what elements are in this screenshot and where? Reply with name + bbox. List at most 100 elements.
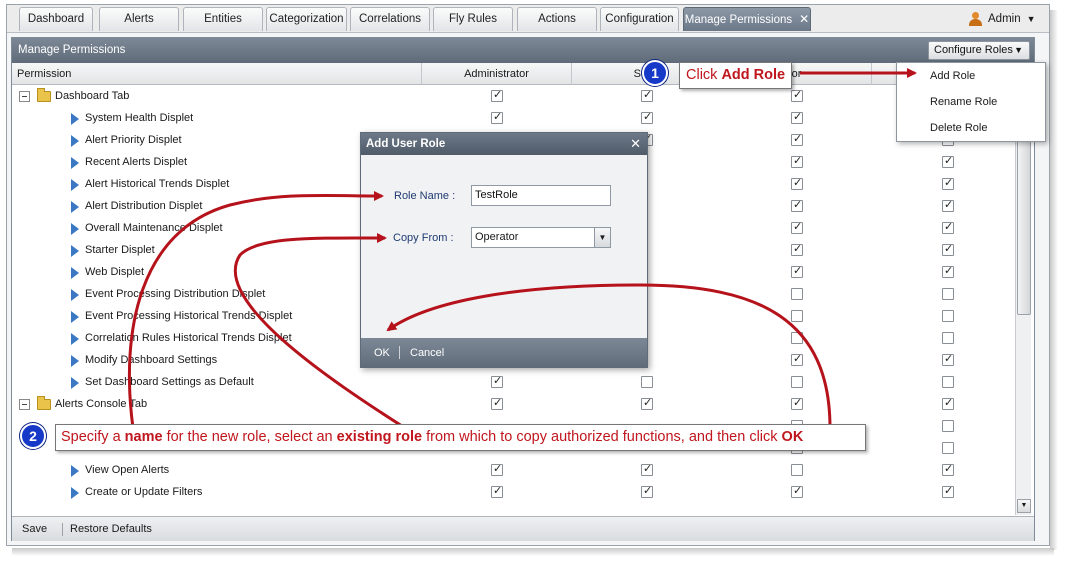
tab-label: Manage Permissions [684, 14, 793, 26]
close-icon[interactable]: ✕ [630, 133, 641, 155]
permission-checkbox[interactable] [791, 110, 803, 124]
tab-dashboard[interactable]: Dashboard [19, 7, 93, 31]
tab-entities[interactable]: Entities [183, 7, 263, 31]
permission-icon [71, 201, 79, 213]
tab-label: Entities [204, 13, 242, 25]
permission-name: Overall Maintenance Displet [85, 222, 223, 234]
permission-checkbox[interactable] [641, 376, 653, 388]
permission-checkbox[interactable] [791, 396, 803, 410]
collapse-icon[interactable] [19, 91, 30, 102]
permission-checkbox[interactable] [791, 464, 803, 476]
tab-manage-permissions[interactable]: Manage Permissions ✕ [683, 7, 811, 31]
permission-checkbox[interactable] [942, 310, 954, 322]
tab-fly-rules[interactable]: Fly Rules [433, 7, 513, 31]
permission-checkbox[interactable] [942, 154, 954, 168]
tab-configuration[interactable]: Configuration [600, 7, 679, 31]
tree-folder-row[interactable]: Dashboard Tab [12, 86, 1014, 108]
permission-checkbox[interactable] [791, 376, 803, 388]
permission-checkbox[interactable] [791, 484, 803, 498]
permission-checkbox[interactable] [491, 462, 503, 476]
tab-categorization[interactable]: Categorization [266, 7, 347, 31]
menu-item-add-role[interactable]: Add Role [897, 63, 1045, 89]
permission-checkbox[interactable] [641, 462, 653, 476]
permission-checkbox[interactable] [791, 198, 803, 212]
table-row[interactable]: View Open Alerts [12, 460, 1014, 482]
step-1-text-prefix: Click [686, 67, 722, 83]
permission-checkbox[interactable] [791, 176, 803, 190]
permission-checkbox[interactable] [942, 484, 954, 498]
permission-checkbox[interactable] [942, 420, 954, 432]
tab-alerts[interactable]: Alerts [99, 7, 179, 31]
permission-checkbox[interactable] [791, 132, 803, 146]
permission-checkbox[interactable] [791, 288, 803, 300]
permission-icon [71, 311, 79, 323]
permission-checkbox[interactable] [491, 484, 503, 498]
permission-checkbox[interactable] [942, 198, 954, 212]
table-row[interactable]: Create or Update Filters [12, 482, 1014, 504]
permission-icon [71, 179, 79, 191]
menu-item-delete-role[interactable]: Delete Role [897, 115, 1045, 141]
column-header-permission[interactable]: Permission [12, 63, 422, 85]
permission-checkbox[interactable] [791, 332, 803, 344]
column-header-administrator[interactable]: Administrator [422, 63, 572, 85]
tree-folder-row[interactable]: Alerts Console Tab [12, 394, 1014, 416]
permission-checkbox[interactable] [942, 176, 954, 190]
user-menu[interactable]: Admin ▼ [969, 11, 1036, 27]
permission-checkbox[interactable] [791, 154, 803, 168]
permission-checkbox[interactable] [942, 376, 954, 388]
ok-button[interactable]: OK [374, 338, 390, 368]
dialog-footer-divider [399, 346, 400, 359]
permission-checkbox[interactable] [641, 396, 653, 410]
tab-actions[interactable]: Actions [517, 7, 597, 31]
scroll-thumb[interactable] [1017, 115, 1031, 315]
collapse-icon[interactable] [19, 399, 30, 410]
permission-name: Alert Distribution Displet [85, 200, 203, 212]
step-2-text-a: Specify a [61, 429, 125, 445]
permission-checkbox[interactable] [942, 462, 954, 476]
permission-checkbox[interactable] [791, 352, 803, 366]
menu-item-rename-role[interactable]: Rename Role [897, 89, 1045, 115]
permission-checkbox[interactable] [491, 88, 503, 102]
permission-checkbox[interactable] [791, 310, 803, 322]
cancel-button[interactable]: Cancel [410, 338, 444, 368]
permission-name: Correlation Rules Historical Trends Disp… [85, 332, 292, 344]
permission-checkbox[interactable] [942, 242, 954, 256]
permission-checkbox[interactable] [491, 110, 503, 124]
user-icon [969, 12, 982, 26]
permission-checkbox[interactable] [942, 396, 954, 410]
permission-checkbox[interactable] [942, 442, 954, 454]
permission-checkbox[interactable] [942, 288, 954, 300]
copy-from-select[interactable]: Operator ▼ [471, 227, 611, 248]
permission-checkbox[interactable] [791, 264, 803, 278]
permission-checkbox[interactable] [791, 88, 803, 102]
permission-icon [71, 157, 79, 169]
permission-checkbox[interactable] [641, 484, 653, 498]
vertical-scrollbar[interactable]: ▲ ▼ [1015, 85, 1031, 515]
table-row[interactable]: Set Dashboard Settings as Default [12, 372, 1014, 394]
permission-checkbox[interactable] [942, 264, 954, 278]
role-name-input[interactable]: TestRole [471, 185, 611, 206]
restore-defaults-button[interactable]: Restore Defaults [70, 517, 152, 542]
permission-checkbox[interactable] [942, 332, 954, 344]
permission-checkbox[interactable] [491, 396, 503, 410]
permission-checkbox[interactable] [942, 220, 954, 234]
tab-correlations[interactable]: Correlations [350, 7, 430, 31]
table-row[interactable]: System Health Displet [12, 108, 1014, 130]
permission-checkbox[interactable] [791, 242, 803, 256]
permission-checkbox[interactable] [791, 220, 803, 234]
save-button[interactable]: Save [22, 517, 47, 542]
permission-checkbox[interactable] [942, 352, 954, 366]
scroll-down-button[interactable]: ▼ [1017, 499, 1031, 513]
panel-title: Manage Permissions [18, 44, 126, 56]
user-name: Admin [988, 13, 1021, 25]
permission-checkbox[interactable] [641, 110, 653, 124]
permission-name: Starter Displet [85, 244, 155, 256]
permission-icon [71, 113, 79, 125]
configure-roles-button[interactable]: Configure Roles ▼ [928, 41, 1030, 60]
permission-checkbox[interactable] [491, 374, 503, 388]
close-icon[interactable]: ✕ [799, 12, 809, 26]
step-2-text-b: name [124, 429, 163, 445]
permission-checkbox[interactable] [641, 88, 653, 102]
chevron-down-icon[interactable]: ▼ [594, 228, 610, 247]
permission-name: Event Processing Historical Trends Displ… [85, 310, 293, 322]
